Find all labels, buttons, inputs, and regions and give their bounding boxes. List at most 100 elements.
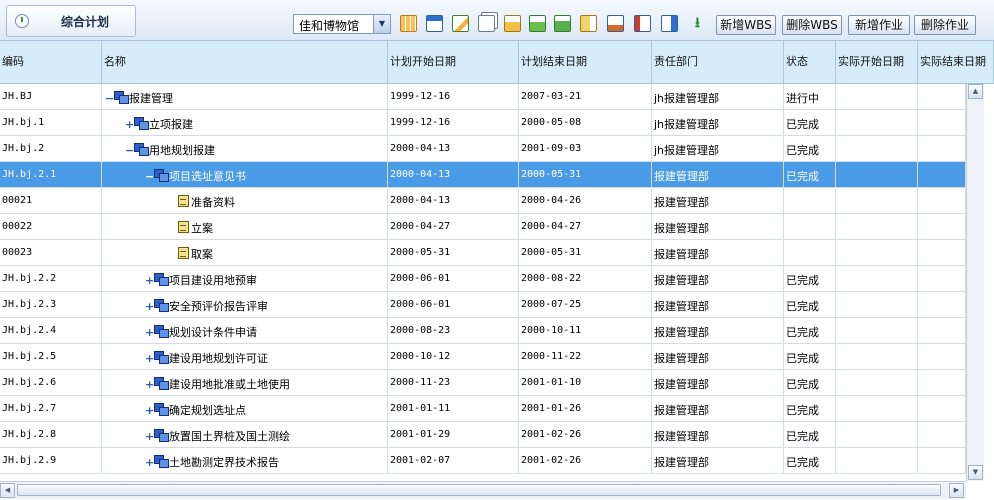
indent-icon[interactable] [634,15,651,32]
expand-icon[interactable]: + [145,404,154,417]
add-wbs-button[interactable]: 新增WBS [716,15,776,35]
cell-actual-start [836,292,918,318]
header-actual-start[interactable]: 实际开始日期 [836,41,918,83]
task-document-icon [178,247,189,259]
form-view-icon[interactable] [426,15,443,32]
delete-wbs-button[interactable]: 删除WBS [782,15,842,35]
cell-plan-end: 2000-11-22 [519,344,652,370]
table-row[interactable]: JH.bj.2 − 用地规划报建 2000-04-13 2001-09-03 jh报建管理… [0,136,966,162]
header-name[interactable]: 名称 [102,41,388,83]
export-icon[interactable] [529,15,546,32]
excel-icon[interactable] [554,15,571,32]
table-row[interactable]: JH.BJ − 报建管理 1999-12-16 2007-03-21 jh报建管理部 进行中 [0,84,966,110]
vertical-scrollbar[interactable]: ▲ ▼ [966,84,984,481]
cell-dept: jh报建管理部 [652,84,784,110]
outdent-icon[interactable] [661,15,678,32]
expand-icon[interactable]: + [145,326,154,339]
table-row[interactable]: JH.bj.2.6 + 建设用地批准或土地使用 2000-11-23 2001-01-1… [0,370,966,396]
cell-status [784,240,836,266]
header-code[interactable]: 编码 [0,41,102,83]
cell-dept: 报建管理部 [652,292,784,318]
table-row[interactable]: JH.bj.1 + 立项报建 1999-12-16 2000-05-08 jh报建管理部已… [0,110,966,136]
cell-actual-end [918,84,966,110]
cell-plan-start: 2001-01-29 [388,422,519,448]
cell-actual-start [836,214,918,240]
header-dept[interactable]: 责任部门 [652,41,784,83]
cell-dept: 报建管理部 [652,266,784,292]
scroll-down-icon[interactable]: ▼ [968,465,983,480]
edit-icon[interactable] [452,15,469,32]
scroll-up-icon[interactable]: ▲ [968,84,983,99]
cell-dept: 报建管理部 [652,396,784,422]
horizontal-scroll-thumb[interactable] [17,484,941,496]
cell-name: 立案 [102,214,388,240]
cell-actual-start [836,240,918,266]
table-row[interactable]: JH.bj.2.8 + 放置国土界桩及国土测绘 2001-01-29 2001-02-2… [0,422,966,448]
delete-task-button[interactable]: 删除作业 [914,15,976,35]
cell-status [784,214,836,240]
cell-name: 取案 [102,240,388,266]
table-row[interactable]: JH.bj.2.4 + 规划设计条件申请 2000-08-23 2000-10-11 报建… [0,318,966,344]
table-row[interactable]: 00023 取案 2000-05-31 2000-05-31 报建管理部 [0,240,966,266]
cell-plan-start: 2000-04-13 [388,188,519,214]
cell-code: JH.bj.1 [0,110,102,136]
expand-icon[interactable]: + [145,430,154,443]
cell-code: JH.bj.2.5 [0,344,102,370]
cell-actual-end [918,240,966,266]
table-row[interactable]: JH.bj.2.9 + 土地勘测定界技术报告 2001-02-07 2001-02-26… [0,448,966,474]
cell-code: 00023 [0,240,102,266]
row-name-text: 立项报建 [149,118,193,131]
import-icon[interactable] [504,15,521,32]
copy-icon[interactable] [478,15,495,32]
cell-dept: jh报建管理部 [652,136,784,162]
header-plan-start[interactable]: 计划开始日期 [388,41,519,83]
row-name-text: 取案 [191,248,213,261]
header-status[interactable]: 状态 [784,41,836,83]
add-task-button[interactable]: 新增作业 [848,15,910,35]
header-actual-end[interactable]: 实际结束日期 [918,41,994,83]
wbs-node-icon [154,377,169,390]
expand-icon[interactable]: + [145,352,154,365]
table-row[interactable]: JH.bj.2.3 + 安全预评价报告评审 2000-06-01 2000-07-25 报… [0,292,966,318]
cell-status: 已完成 [784,318,836,344]
scroll-left-icon[interactable]: ◀ [0,483,15,498]
row-name-text: 报建管理 [129,92,173,105]
scroll-right-icon[interactable]: ▶ [949,483,964,498]
table-row[interactable]: 00022 立案 2000-04-27 2000-04-27 报建管理部 [0,214,966,240]
cell-plan-end: 2007-03-21 [519,84,652,110]
expand-icon[interactable]: + [125,118,134,131]
table-row[interactable]: JH.bj.2.1 − 项目选址意见书 2000-04-13 2000-05-31 报建管… [0,162,966,188]
cell-status [784,188,836,214]
cell-dept: 报建管理部 [652,188,784,214]
cell-status: 已完成 [784,370,836,396]
move-icon[interactable] [580,15,597,32]
cell-status: 已完成 [784,422,836,448]
cell-name: − 用地规划报建 [102,136,388,162]
expand-icon[interactable]: + [145,300,154,313]
cell-dept: 报建管理部 [652,422,784,448]
row-name-text: 安全预评价报告评审 [169,300,268,313]
chevron-down-icon[interactable]: ▼ [373,15,390,33]
cell-actual-start [836,344,918,370]
expand-icon[interactable]: + [145,456,154,469]
row-name-text: 土地勘测定界技术报告 [169,456,279,469]
cell-code: JH.bj.2.7 [0,396,102,422]
project-select[interactable]: 佳和博物馆 ▼ [293,14,391,34]
row-name-text: 建设用地规划许可证 [169,352,268,365]
check-icon[interactable] [607,15,624,32]
header-plan-end[interactable]: 计划结束日期 [519,41,652,83]
table-row[interactable]: JH.bj.2.2 + 项目建设用地预审 2000-06-01 2000-08-22 报建… [0,266,966,292]
collapse-icon[interactable]: − [125,144,134,157]
collapse-icon[interactable]: − [105,92,114,105]
table-row[interactable]: 00021 准备资料 2000-04-13 2000-04-26 报建管理部 [0,188,966,214]
expand-icon[interactable]: + [145,378,154,391]
collapse-icon[interactable]: − [145,170,154,183]
download-icon[interactable]: ⭳ [689,15,706,32]
table-row[interactable]: JH.bj.2.5 + 建设用地规划许可证 2000-10-12 2000-11-22 报… [0,344,966,370]
cell-actual-end [918,136,966,162]
grid-view-icon[interactable] [400,15,417,32]
expand-icon[interactable]: + [145,274,154,287]
horizontal-scrollbar[interactable]: ◀ ▶ [0,481,966,499]
table-row[interactable]: JH.bj.2.7 + 确定规划选址点 2001-01-11 2001-01-26 报建管… [0,396,966,422]
tab-comprehensive-plan[interactable]: 综合计划 [6,5,136,37]
